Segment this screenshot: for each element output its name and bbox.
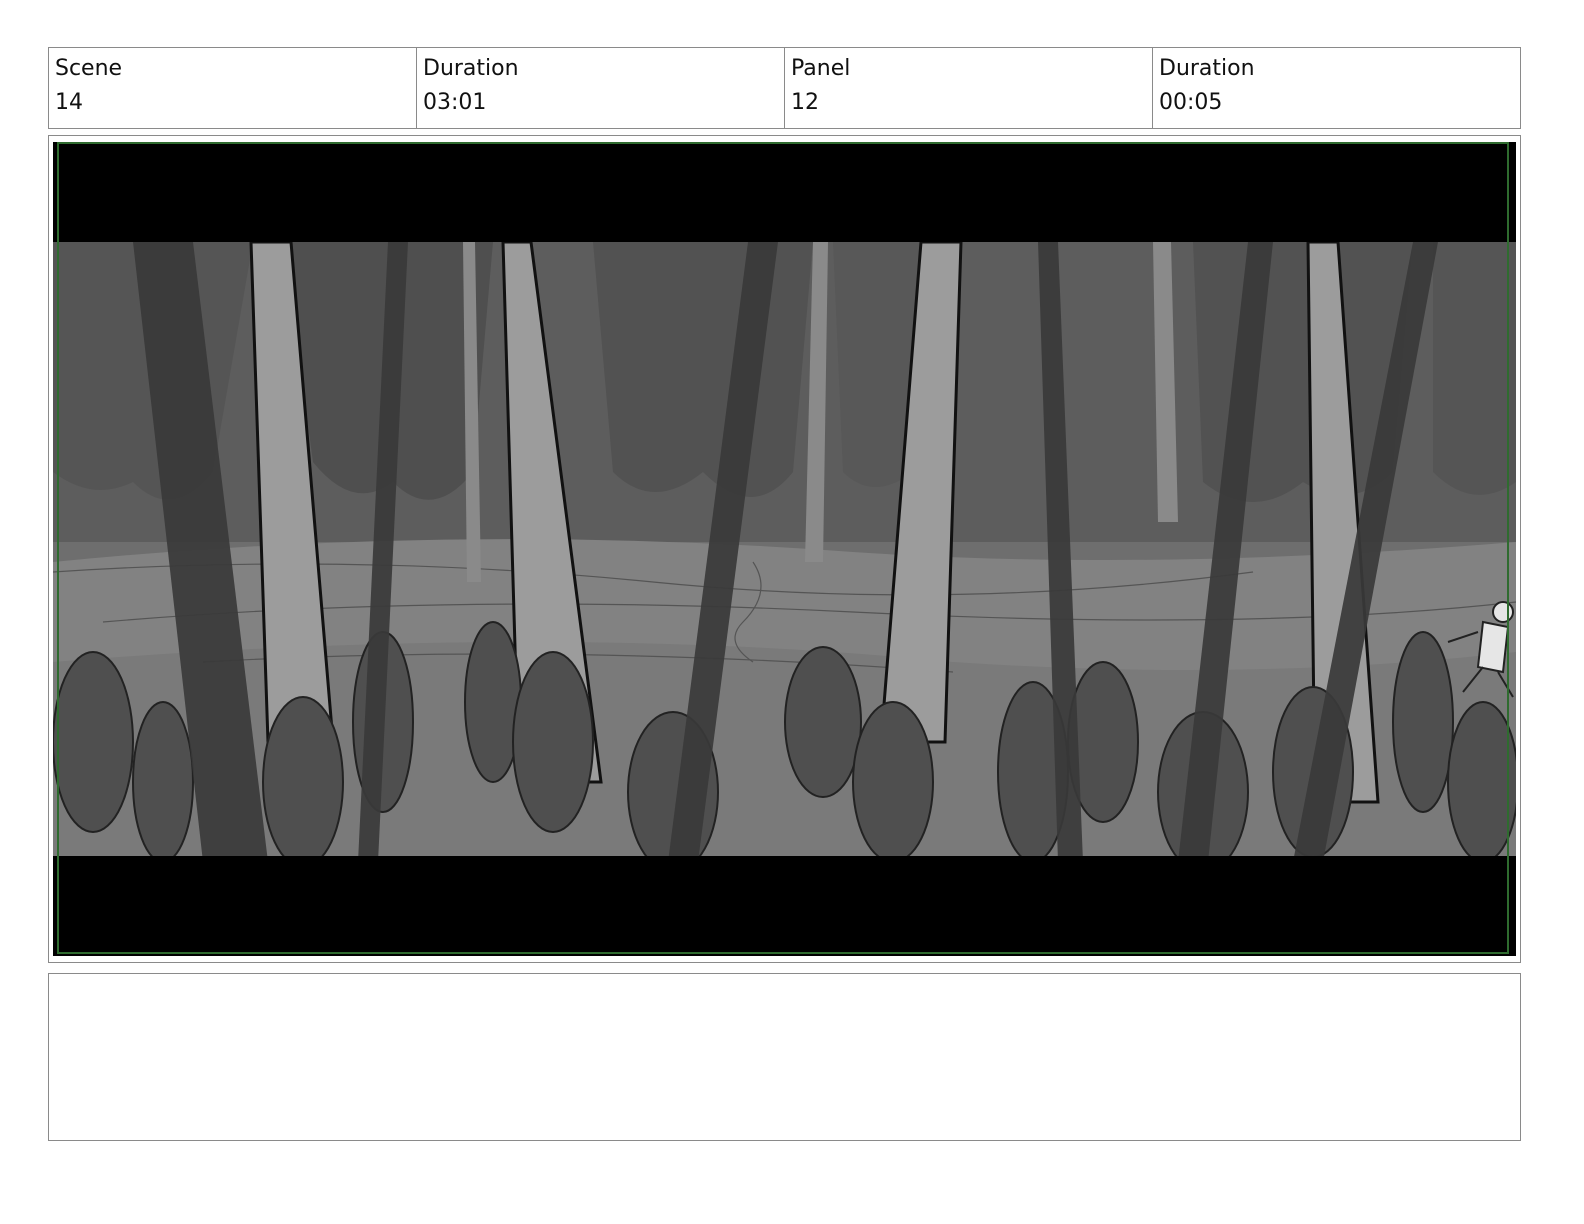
forest-scene-illustration [53, 142, 1516, 956]
storyboard-drawing [53, 142, 1516, 956]
scene-duration-label: Duration [423, 56, 519, 81]
panel-number: 12 [791, 90, 819, 115]
scene-duration-value: 03:01 [423, 90, 487, 115]
panel-duration-cell: Duration 00:05 [1153, 48, 1520, 128]
panel-duration-label: Duration [1159, 56, 1255, 81]
panel-duration-value: 00:05 [1159, 90, 1223, 115]
storyboard-header: Scene 14 Duration 03:01 Panel 12 Duratio… [48, 47, 1521, 129]
scene-cell: Scene 14 [49, 48, 417, 128]
panel-cell: Panel 12 [785, 48, 1153, 128]
panel-notes-box[interactable] [48, 973, 1521, 1141]
panel-label: Panel [791, 56, 851, 81]
scene-duration-cell: Duration 03:01 [417, 48, 785, 128]
storyboard-panel-frame [48, 135, 1521, 963]
scene-number: 14 [55, 90, 83, 115]
scene-label: Scene [55, 56, 123, 81]
